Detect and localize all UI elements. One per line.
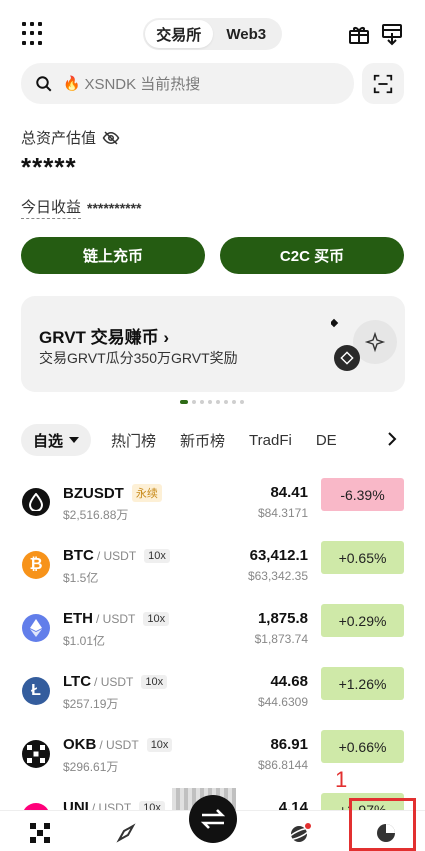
market-symbol: OKB / USDT 10x [63, 736, 173, 753]
market-change-button[interactable]: +0.29% [321, 604, 404, 637]
market-fiat-price: $63,342.35 [247, 569, 308, 583]
market-symbol: BTC / USDT 10x [63, 547, 170, 564]
apps-grid-icon[interactable] [22, 22, 46, 46]
caret-down-icon [69, 437, 80, 443]
nav-discover-icon[interactable] [114, 821, 138, 845]
market-quote: / USDT [96, 611, 136, 626]
market-symbol: BZUSDT 永续 [63, 484, 162, 502]
search-icon [36, 75, 52, 91]
nav-earn-icon[interactable] [288, 821, 312, 845]
banner-pagination [180, 400, 248, 404]
market-price: 1,875.8 [257, 610, 308, 627]
banner-subtitle: 交易GRVT瓜分350万GRVT奖励 [39, 350, 238, 366]
market-volume: $2,516.88万 [63, 508, 129, 522]
market-fiat-price: $86.8144 [257, 758, 308, 772]
market-fiat-price: $1,873.74 [254, 632, 308, 646]
market-volume: $296.61万 [63, 760, 119, 774]
market-change-button[interactable]: +0.65% [321, 541, 404, 574]
top-bar: 交易所 Web3 [0, 16, 425, 52]
chevron-right-icon[interactable] [386, 432, 398, 446]
market-symbol: LTC / USDT 10x [63, 673, 168, 690]
market-price: 84.41 [270, 484, 308, 501]
total-assets-label: 总资产估值 [21, 127, 120, 148]
market-volume: $257.19万 [63, 697, 119, 711]
download-icon[interactable] [380, 22, 404, 46]
market-change-button[interactable]: +1.26% [321, 667, 404, 700]
category-tradfi[interactable]: TradFi [249, 432, 292, 449]
okb-icon [22, 740, 50, 768]
category-watchlist[interactable]: 自选 [21, 424, 92, 456]
market-row-eth[interactable]: ETH / USDT 10x $1.01亿 1,875.8 $1,873.74 +0.29% [0, 604, 425, 667]
market-symbol: ETH / USDT 10x [63, 610, 170, 627]
eye-off-icon[interactable] [102, 129, 120, 147]
market-price: 44.68 [270, 673, 308, 690]
scan-button[interactable] [362, 63, 404, 104]
annotation-number: 1 [335, 767, 348, 792]
market-price: 86.91 [270, 736, 308, 753]
search-bar[interactable]: 🔥 XSNDK 当前热搜 [21, 63, 354, 104]
market-row-okb[interactable]: OKB / USDT 10x $296.61万 86.91 $86.8144 +0.66% [0, 730, 425, 793]
market-row-bzusdt[interactable]: BZUSDT 永续 $2,516.88万 84.41 $84.3171 -6.39% [0, 478, 425, 541]
annotation-box [349, 798, 416, 851]
promo-banner[interactable]: GRVT 交易赚币 › 交易GRVT瓜分350万GRVT奖励 [21, 296, 405, 392]
nav-home-icon[interactable] [28, 821, 52, 845]
market-row-ltc[interactable]: Ł LTC / USDT 10x $257.19万 44.68 $44.6309 +1.26% [0, 667, 425, 730]
trade-button[interactable] [189, 795, 237, 843]
today-profit-value: ********** [87, 199, 142, 216]
market-tag: 10x [146, 737, 173, 752]
market-tag: 10x [141, 674, 168, 689]
market-price: 63,412.1 [249, 547, 308, 564]
banner-title: GRVT 交易赚币 › [39, 328, 170, 347]
market-tag: 永续 [131, 484, 162, 502]
category-hot[interactable]: 热门榜 [111, 430, 156, 451]
market-volume: $1.5亿 [63, 571, 99, 585]
market-quote: / USDT [99, 737, 139, 752]
tab-exchange[interactable]: 交易所 [145, 20, 213, 48]
market-tag: 10x [143, 611, 170, 626]
market-change-button[interactable]: +0.66% [321, 730, 404, 763]
sparkle-coin-icon [331, 318, 397, 371]
c2c-buy-button[interactable]: C2C 买币 [220, 237, 404, 274]
litecoin-icon: Ł [22, 677, 50, 705]
today-profit: 今日收益 ********** [21, 196, 142, 219]
market-fiat-price: $84.3171 [257, 506, 308, 520]
market-quote: / USDT [94, 674, 134, 689]
market-volume: $1.01亿 [63, 634, 106, 648]
market-fiat-price: $44.6309 [257, 695, 308, 709]
ethereum-icon [22, 614, 50, 642]
today-profit-label[interactable]: 今日收益 [21, 196, 82, 219]
market-tag: 10x [144, 548, 170, 563]
gift-icon[interactable] [347, 22, 371, 46]
market-row-btc[interactable]: ₿ BTC / USDT 10x $1.5亿 63,412.1 $63,342.35 +0.6… [0, 541, 425, 604]
bitcoin-icon: ₿ [22, 551, 50, 579]
scan-icon [373, 74, 393, 93]
total-assets-value: ***** [21, 152, 77, 182]
swap-arrows-icon [200, 809, 226, 829]
market-change-button[interactable]: -6.39% [321, 478, 404, 511]
category-new[interactable]: 新币榜 [180, 430, 225, 451]
mode-switch: 交易所 Web3 [143, 18, 282, 50]
drop-icon [22, 488, 50, 516]
category-de[interactable]: DE [316, 432, 337, 449]
market-categories: 自选 热门榜 新币榜 TradFi DE [21, 424, 425, 456]
tab-web3[interactable]: Web3 [213, 20, 281, 48]
market-quote: / USDT [96, 548, 137, 563]
fire-icon: 🔥 [63, 75, 81, 91]
search-placeholder: XSNDK 当前热搜 [84, 76, 201, 93]
deposit-button[interactable]: 链上充币 [21, 237, 205, 274]
